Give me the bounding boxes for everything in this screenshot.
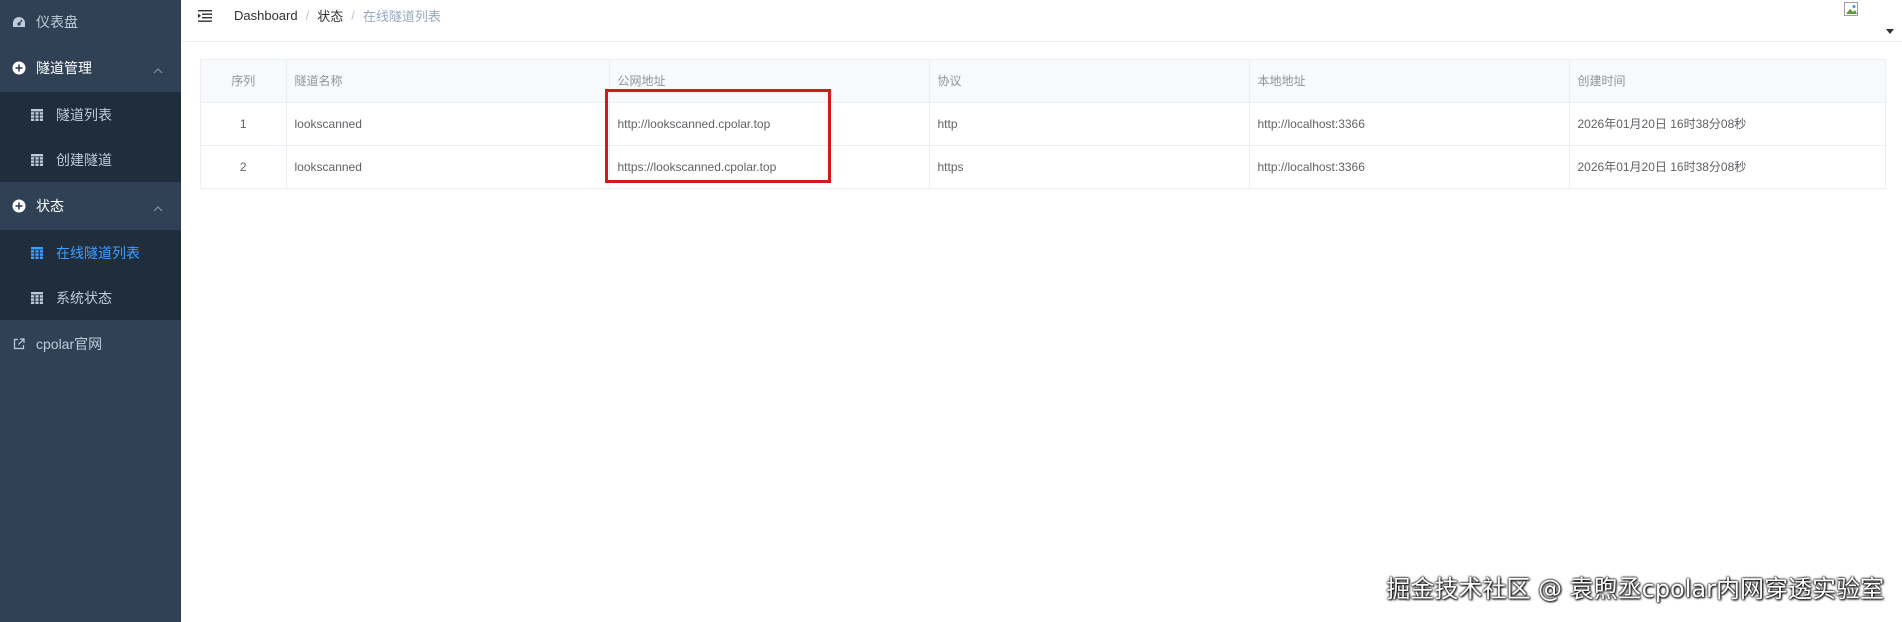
- column-header-protocol: 协议: [929, 60, 1250, 103]
- breadcrumb-item-status[interactable]: 状态: [317, 6, 343, 25]
- breadcrumb-item-dashboard[interactable]: Dashboard: [234, 8, 298, 23]
- sidebar-item-label: cpolar官网: [36, 336, 103, 352]
- table-row: 1 lookscanned http://lookscanned.cpolar.…: [201, 102, 1885, 146]
- plus-circle-icon: [10, 59, 28, 77]
- watermark: 掘金技术社区 @ 袁煦丞cpolar内网穿透实验室: [1386, 575, 1884, 603]
- submenu-status: 在线隧道列表 系统状态: [0, 230, 181, 320]
- sidebar-group-status[interactable]: 状态: [0, 182, 181, 230]
- table-icon: [28, 244, 46, 262]
- table-icon: [28, 106, 46, 124]
- chevron-up-icon: [153, 68, 163, 74]
- column-header-index: 序列: [201, 60, 287, 103]
- cell-index: 1: [201, 102, 287, 146]
- sidebar-item-label: 隧道列表: [56, 106, 112, 123]
- navbar: Dashboard / 状态 / 在线隧道列表: [181, 0, 1902, 42]
- avatar[interactable]: [1844, 2, 1860, 18]
- tunnel-table: 序列 隧道名称 公网地址 协议 本地地址 创建时间 1 lookscanned …: [200, 59, 1886, 189]
- breadcrumb-separator: /: [351, 8, 355, 23]
- breadcrumb-item-current: 在线隧道列表: [362, 9, 441, 24]
- table-icon: [28, 289, 46, 307]
- breadcrumb-separator: /: [305, 8, 310, 23]
- sidebar-item-label: 在线隧道列表: [56, 244, 140, 261]
- cell-protocol: https: [929, 145, 1250, 188]
- submenu-tunnel-management: 隧道列表 创建隧道: [0, 92, 181, 182]
- cell-public-url[interactable]: https://lookscanned.cpolar.top: [609, 145, 930, 188]
- sidebar-item-label: 仪表盘: [36, 14, 78, 30]
- sidebar-item-label: 系统状态: [56, 289, 112, 306]
- cell-local-address: http://localhost:3366: [1249, 102, 1570, 146]
- sidebar-item-create-tunnel[interactable]: 创建隧道: [0, 137, 181, 182]
- cell-public-url[interactable]: http://lookscanned.cpolar.top: [609, 102, 930, 146]
- column-header-local-address: 本地地址: [1249, 60, 1570, 103]
- table-icon: [28, 151, 46, 169]
- column-header-public-url: 公网地址: [609, 60, 930, 103]
- column-header-name: 隧道名称: [286, 60, 610, 103]
- sidebar-group-tunnel-management[interactable]: 隧道管理: [0, 44, 181, 92]
- main-content: Dashboard / 状态 / 在线隧道列表 序列 隧道名称 公网地址 协议 …: [181, 0, 1902, 622]
- plus-circle-icon: [10, 197, 28, 215]
- sidebar-item-cpolar-website[interactable]: cpolar官网: [0, 320, 181, 368]
- sidebar-item-system-status[interactable]: 系统状态: [0, 275, 181, 320]
- caret-down-icon[interactable]: [1886, 22, 1894, 34]
- cell-name: lookscanned: [286, 145, 610, 188]
- cell-local-address: http://localhost:3366: [1249, 145, 1570, 188]
- hamburger-icon[interactable]: [196, 7, 214, 25]
- breadcrumb: Dashboard / 状态 / 在线隧道列表: [234, 6, 441, 25]
- dashboard-icon: [10, 13, 28, 31]
- cell-index: 2: [201, 145, 287, 188]
- sidebar-item-online-tunnels[interactable]: 在线隧道列表: [0, 230, 181, 275]
- chevron-up-icon: [153, 206, 163, 212]
- sidebar-item-dashboard[interactable]: 仪表盘: [0, 0, 181, 44]
- cell-name: lookscanned: [286, 102, 610, 146]
- cell-created-time: 2026年01月20日 16时38分08秒: [1569, 102, 1885, 146]
- sidebar-group-label: 状态: [36, 198, 64, 214]
- table-row: 2 lookscanned https://lookscanned.cpolar…: [201, 145, 1885, 188]
- table-header-row: 序列 隧道名称 公网地址 协议 本地地址 创建时间: [201, 60, 1885, 103]
- sidebar-item-label: 创建隧道: [56, 151, 112, 168]
- external-link-icon: [10, 335, 28, 353]
- cell-protocol: http: [929, 102, 1250, 146]
- sidebar-item-tunnel-list[interactable]: 隧道列表: [0, 92, 181, 137]
- sidebar-group-label: 隧道管理: [36, 60, 92, 76]
- cell-created-time: 2026年01月20日 16时38分08秒: [1577, 160, 1747, 175]
- sidebar: 仪表盘 隧道管理 隧道列表 创建隧道 状态 在线隧道列表 系统状态 cpolar…: [0, 0, 181, 622]
- column-header-created-time: 创建时间: [1569, 60, 1885, 103]
